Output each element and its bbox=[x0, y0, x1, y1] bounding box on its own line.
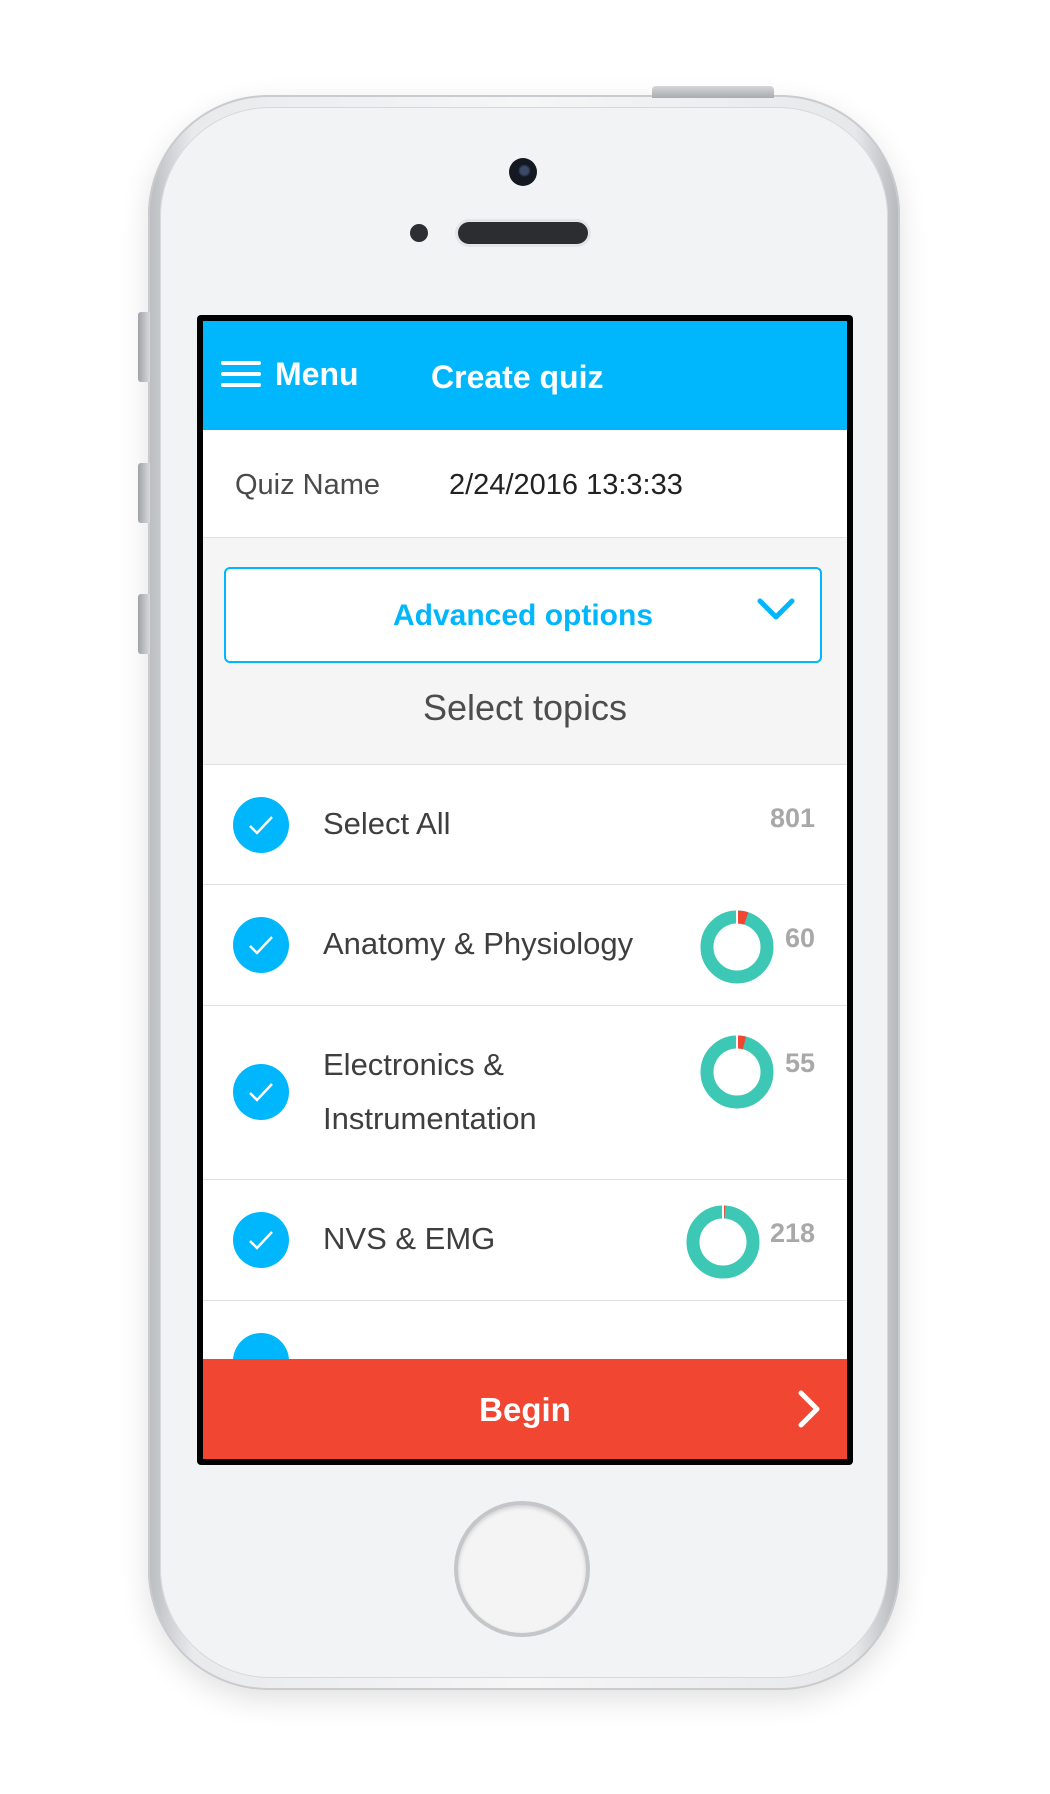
topic-label-line-1: Electronics & bbox=[323, 1047, 504, 1082]
topic-label: NVS & EMG bbox=[323, 1221, 496, 1256]
phone-screen: Menu Create quiz Quiz Name 2/24/2016 13:… bbox=[197, 315, 853, 1465]
donut-correct-arc bbox=[700, 1035, 774, 1109]
topic-row-electronics-instrumentation[interactable]: Electronics & Instrumentation 55 bbox=[203, 1005, 847, 1179]
begin-button[interactable]: Begin bbox=[203, 1359, 847, 1459]
home-button[interactable] bbox=[458, 1505, 586, 1633]
proximity-sensor bbox=[410, 224, 428, 242]
donut-correct-arc bbox=[686, 1205, 760, 1279]
checkbox-checked-icon[interactable] bbox=[233, 1064, 289, 1120]
chevron-right-icon bbox=[798, 1390, 820, 1428]
question-count: 55 bbox=[784, 1048, 815, 1078]
topic-row-anatomy-physiology[interactable]: Anatomy & Physiology 60 bbox=[203, 884, 847, 1005]
topic-row-partial[interactable] bbox=[203, 1300, 847, 1389]
earpiece-speaker bbox=[458, 222, 588, 244]
topic-label-line-2: Instrumentation bbox=[323, 1101, 537, 1136]
topic-label: Anatomy & Physiology bbox=[323, 926, 634, 961]
front-camera bbox=[509, 158, 537, 186]
menu-label: Menu bbox=[275, 355, 359, 392]
checkbox-checked-icon[interactable] bbox=[233, 917, 289, 973]
question-count: 218 bbox=[769, 1218, 815, 1248]
volume-down-button bbox=[138, 594, 150, 654]
begin-label: Begin bbox=[479, 1391, 571, 1428]
topic-label: Select All bbox=[323, 806, 451, 841]
checkbox-checked-icon[interactable] bbox=[233, 797, 289, 853]
quiz-name-value[interactable]: 2/24/2016 13:3:33 bbox=[449, 469, 683, 502]
app-screen: Menu Create quiz Quiz Name 2/24/2016 13:… bbox=[203, 321, 847, 1459]
quiz-name-label: Quiz Name bbox=[235, 469, 381, 501]
quiz-name-row[interactable]: Quiz Name 2/24/2016 13:3:33 bbox=[203, 430, 847, 538]
hamburger-icon bbox=[221, 359, 261, 389]
advanced-options-label: Advanced options bbox=[392, 599, 654, 632]
power-button bbox=[652, 86, 774, 98]
chevron-down-icon bbox=[757, 598, 795, 620]
topic-row-nvs-emg[interactable]: NVS & EMG 218 bbox=[203, 1179, 847, 1300]
progress-donut bbox=[686, 1205, 760, 1279]
select-topics-heading: Select topics bbox=[422, 687, 628, 728]
progress-donut bbox=[700, 1035, 774, 1109]
topic-list: Select All 801 Anatomy & Physiology 60 E… bbox=[203, 764, 847, 1389]
topic-row-select-all[interactable]: Select All 801 bbox=[203, 764, 847, 884]
volume-up-button bbox=[138, 463, 150, 523]
question-count: 801 bbox=[769, 803, 815, 833]
page-title: Create quiz bbox=[431, 359, 604, 395]
advanced-options-button[interactable]: Advanced options bbox=[224, 567, 822, 663]
nav-bar: Menu Create quiz bbox=[203, 321, 847, 430]
question-count: 60 bbox=[784, 923, 815, 953]
mute-switch bbox=[138, 312, 150, 382]
menu-button[interactable]: Menu bbox=[221, 353, 359, 395]
progress-donut bbox=[700, 910, 774, 984]
donut-correct-arc bbox=[700, 910, 774, 984]
checkbox-checked-icon[interactable] bbox=[233, 1212, 289, 1268]
